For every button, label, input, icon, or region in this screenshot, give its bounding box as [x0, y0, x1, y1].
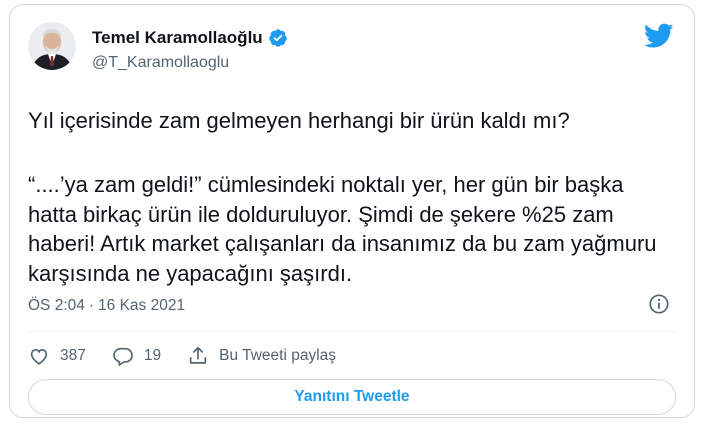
action-bar: 387 19 Bu Tweeti paylaş	[28, 345, 362, 367]
reply-tweet-button[interactable]: Yanıtını Tweetle	[28, 379, 676, 415]
reply-count-button[interactable]: 19	[112, 345, 161, 367]
comment-icon	[113, 347, 133, 367]
tweet-text-paragraph: “....’ya zam geldi!” cümlesindeki noktal…	[28, 172, 657, 286]
info-icon[interactable]	[648, 293, 670, 315]
verified-badge-icon	[268, 28, 288, 48]
heart-icon	[30, 349, 48, 365]
author-name[interactable]: Temel Karamollaoğlu	[92, 28, 263, 48]
author-handle[interactable]: @T_Karamollaoglu	[92, 54, 229, 72]
tweet-text-line1: Yıl içerisinde zam gelmeyen herhangi bir…	[28, 108, 570, 133]
tweet-time[interactable]: ÖS 2:04	[28, 297, 85, 315]
share-button[interactable]: Bu Tweeti paylaş	[187, 345, 336, 367]
reply-count: 19	[143, 347, 162, 364]
meta-separator: ·	[88, 297, 95, 314]
tweet-date[interactable]: 16 Kas 2021	[98, 297, 185, 315]
like-button[interactable]: 387	[28, 345, 86, 367]
twitter-bird-icon[interactable]	[643, 23, 674, 49]
tweet-timestamp[interactable]: ÖS 2:04 · 16 Kas 2021	[28, 297, 185, 315]
share-label: Bu Tweeti paylaş	[219, 347, 337, 364]
share-icon	[189, 346, 207, 364]
like-count: 387	[60, 347, 86, 364]
divider	[28, 331, 676, 332]
avatar[interactable]	[28, 22, 76, 70]
tweet-card[interactable]: Temel Karamollaoğlu @T_Karamollaoglu Yıl…	[9, 4, 695, 418]
